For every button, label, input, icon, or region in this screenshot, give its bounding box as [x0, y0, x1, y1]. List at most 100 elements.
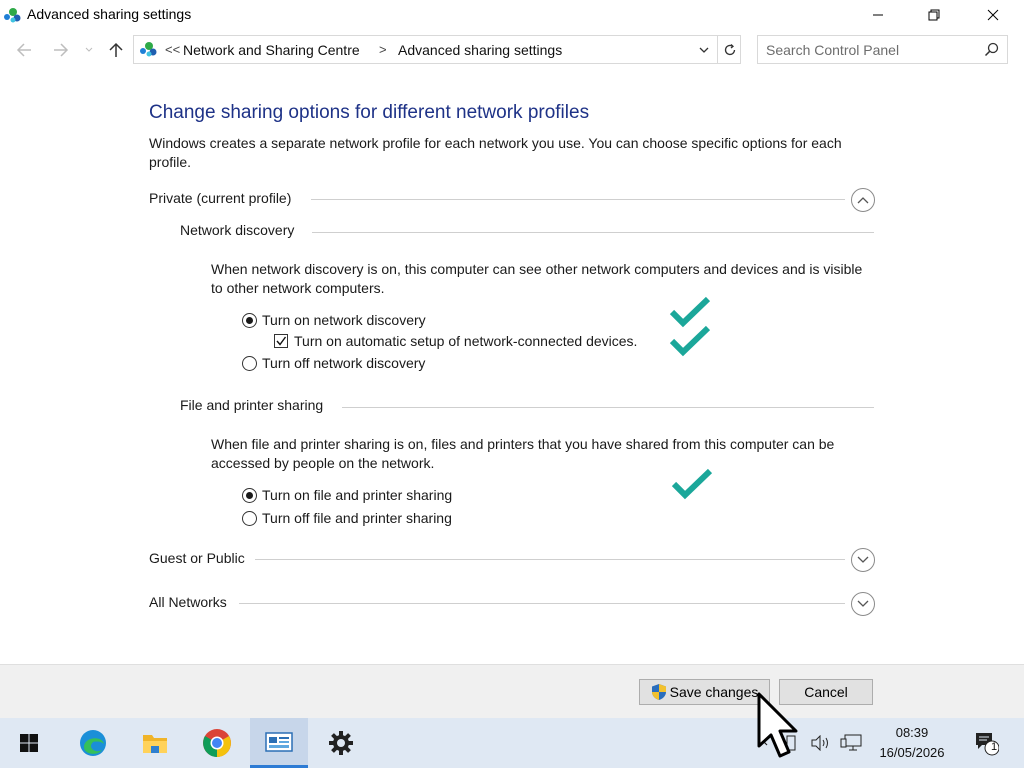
- minimize-icon: [873, 14, 883, 16]
- network-discovery-on-radio[interactable]: [242, 312, 257, 328]
- chevron-down-icon: [85, 47, 93, 52]
- address-bar[interactable]: << Network and Sharing Centre > Advanced…: [133, 35, 741, 64]
- start-icon: [20, 734, 38, 752]
- network-sharing-icon: [140, 42, 157, 57]
- automatic-setup-checkbox[interactable]: [274, 334, 288, 348]
- search-input[interactable]: [766, 41, 966, 59]
- clock-time: 08:39: [895, 725, 929, 740]
- edge-icon: [80, 730, 106, 756]
- save-changes-button[interactable]: Save changes: [639, 679, 770, 705]
- collapse-private-button[interactable]: [851, 188, 875, 212]
- search-box[interactable]: [757, 35, 1008, 64]
- taskbar-chrome[interactable]: [188, 718, 246, 768]
- network-discovery-description: When network discovery is on, this compu…: [211, 261, 863, 296]
- taskbar-control-panel[interactable]: [250, 718, 308, 768]
- breadcrumb-advanced-sharing[interactable]: Advanced sharing settings: [398, 42, 562, 58]
- up-arrow-icon: [109, 42, 123, 57]
- network-discovery-header: Network discovery: [180, 222, 874, 242]
- taskbar-file-explorer[interactable]: [126, 718, 184, 768]
- all-networks-label: All Networks: [149, 594, 235, 610]
- taskbar-edge[interactable]: [64, 718, 122, 768]
- breadcrumb-network-sharing-centre[interactable]: Network and Sharing Centre: [183, 42, 360, 58]
- network-discovery-label: Network discovery: [180, 222, 295, 238]
- turn-off-file-sharing-option[interactable]: Turn off file and printer sharing: [242, 508, 452, 528]
- turn-on-file-sharing-label[interactable]: Turn on file and printer sharing: [262, 487, 452, 503]
- private-profile-label: Private (current profile): [149, 190, 300, 206]
- settings-icon: [329, 731, 353, 755]
- divider: [311, 199, 845, 200]
- back-button[interactable]: [14, 40, 34, 60]
- network-status-button[interactable]: [838, 718, 864, 768]
- search-icon: [984, 42, 999, 57]
- turn-off-file-sharing-label[interactable]: Turn off file and printer sharing: [262, 510, 452, 526]
- file-printer-sharing-description: When file and printer sharing is on, fil…: [211, 436, 835, 471]
- address-dropdown-button[interactable]: [694, 40, 714, 60]
- volume-icon: [811, 735, 828, 751]
- forward-arrow-icon: [54, 43, 69, 57]
- clock-date: 16/05/2026: [879, 745, 945, 760]
- file-sharing-off-radio[interactable]: [242, 510, 257, 526]
- refresh-button[interactable]: [717, 36, 741, 63]
- file-sharing-on-radio[interactable]: [242, 487, 257, 503]
- intro-text: Windows creates a separate network profi…: [149, 135, 842, 170]
- save-changes-label[interactable]: Save changes: [670, 684, 759, 700]
- chevron-down-icon: [857, 556, 869, 563]
- taskbar: 08:39 16/05/2026 1: [0, 718, 1024, 768]
- uac-shield-icon: [651, 684, 666, 700]
- refresh-icon: [724, 43, 735, 55]
- control-panel-icon: [265, 732, 293, 752]
- restore-icon: [928, 9, 940, 21]
- up-button[interactable]: [106, 40, 126, 60]
- taskbar-settings[interactable]: [312, 718, 370, 768]
- chevron-up-icon: [857, 197, 869, 204]
- notifications-button[interactable]: 1: [968, 718, 1004, 768]
- file-printer-sharing-label: File and printer sharing: [180, 397, 324, 413]
- turn-on-network-discovery-label[interactable]: Turn on network discovery: [262, 312, 426, 328]
- annotation-tick-icon: [671, 468, 713, 500]
- divider: [239, 603, 845, 604]
- all-networks-header[interactable]: All Networks: [149, 592, 875, 616]
- main-content: Change sharing options for different net…: [0, 66, 1024, 664]
- restore-button[interactable]: [905, 0, 963, 30]
- cancel-label[interactable]: Cancel: [804, 684, 848, 700]
- chevron-down-icon: [699, 47, 709, 53]
- automatic-setup-label[interactable]: Turn on automatic setup of network-conne…: [294, 333, 637, 349]
- title-bar: Advanced sharing settings: [0, 0, 1024, 30]
- network-discovery-off-radio[interactable]: [242, 355, 257, 371]
- taskbar-clock[interactable]: 08:39 16/05/2026: [862, 723, 962, 763]
- file-explorer-icon: [143, 735, 167, 753]
- guest-public-header[interactable]: Guest or Public: [149, 548, 875, 572]
- expand-guest-public-button[interactable]: [851, 548, 875, 572]
- mouse-pointer-icon: [757, 692, 798, 758]
- turn-off-network-discovery-label[interactable]: Turn off network discovery: [262, 355, 425, 371]
- close-button[interactable]: [964, 0, 1022, 30]
- breadcrumb-separator[interactable]: >: [379, 42, 387, 57]
- divider: [342, 407, 874, 408]
- page-heading: Change sharing options for different net…: [149, 102, 590, 123]
- guest-public-label: Guest or Public: [149, 550, 253, 566]
- expand-all-networks-button[interactable]: [851, 592, 875, 616]
- close-icon: [987, 9, 999, 21]
- minimize-button[interactable]: [849, 0, 907, 30]
- network-monitor-icon: [840, 734, 862, 751]
- start-button[interactable]: [0, 718, 58, 768]
- private-profile-header[interactable]: Private (current profile): [149, 188, 875, 212]
- forward-button[interactable]: [51, 40, 71, 60]
- turn-off-network-discovery-option[interactable]: Turn off network discovery: [242, 353, 425, 373]
- file-printer-sharing-header: File and printer sharing: [180, 397, 874, 417]
- navigation-bar: << Network and Sharing Centre > Advanced…: [0, 34, 1024, 66]
- turn-on-network-discovery-option[interactable]: Turn on network discovery: [242, 310, 426, 330]
- network-sharing-app-icon: [4, 8, 21, 23]
- turn-on-file-sharing-option[interactable]: Turn on file and printer sharing: [242, 485, 452, 505]
- window-title: Advanced sharing settings: [27, 6, 192, 22]
- notification-count: 1: [990, 741, 998, 753]
- button-bar: Save changes Cancel: [0, 664, 1024, 718]
- checkmark-icon: [276, 336, 287, 346]
- breadcrumb-overflow[interactable]: <<: [165, 42, 180, 57]
- divider: [312, 232, 874, 233]
- volume-button[interactable]: [808, 718, 834, 768]
- recent-locations-button[interactable]: [82, 40, 96, 60]
- divider: [255, 559, 845, 560]
- back-arrow-icon: [16, 43, 31, 57]
- automatic-setup-option[interactable]: Turn on automatic setup of network-conne…: [274, 331, 637, 351]
